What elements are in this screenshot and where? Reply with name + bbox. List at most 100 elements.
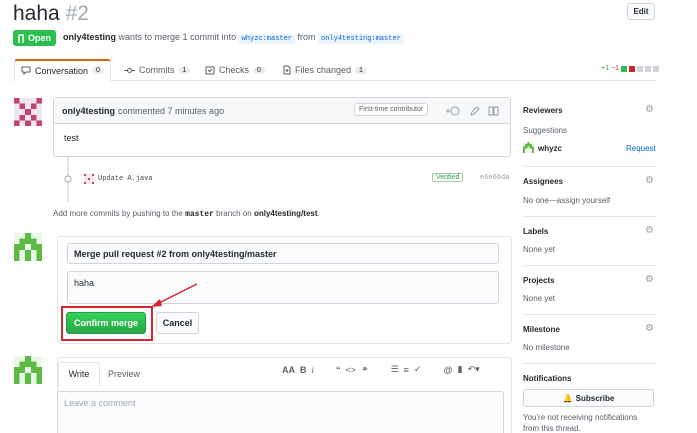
commit-sha[interactable]: e6e66da: [480, 174, 509, 182]
tab-commits-label: Commits: [139, 65, 175, 75]
reviewer-name[interactable]: whyzc: [538, 144, 562, 153]
annotation-arrow-icon: [151, 283, 198, 307]
avatar[interactable]: [14, 98, 42, 126]
bookmark-icon[interactable]: ▮: [458, 364, 463, 375]
merge-message-input[interactable]: haha: [67, 271, 499, 304]
diffstat-block-del: [628, 65, 635, 72]
first-time-contributor-badge: First-time contributor: [354, 103, 429, 116]
diffstat-block-neutral: [644, 65, 651, 72]
pr-title-text: haha: [13, 2, 60, 25]
code-icon[interactable]: <>: [346, 365, 357, 375]
tab-commits-count: 1: [178, 66, 191, 74]
avatar[interactable]: [14, 356, 42, 384]
merge-text: wants to merge 1 commit into: [118, 32, 237, 42]
gear-icon[interactable]: ⚙: [645, 274, 654, 285]
mention-icon[interactable]: @: [443, 365, 452, 375]
file-diff-icon: [283, 65, 291, 75]
merge-title-input[interactable]: Merge pull request #2 from only4testing/…: [67, 243, 499, 264]
diffstat: +1 −1: [601, 65, 659, 72]
pr-number: #2: [65, 2, 89, 25]
diffstat-block-neutral: [652, 65, 659, 72]
tab-preview[interactable]: Preview: [102, 362, 146, 386]
sidebar-divider: [523, 265, 656, 266]
comment-textarea[interactable]: Leave a comment: [57, 391, 504, 433]
pr-title: haha #2: [13, 2, 89, 26]
assignees-text[interactable]: No one—assign yourself: [523, 196, 610, 205]
tab-commits[interactable]: Commits 1: [124, 59, 191, 81]
add-reaction-icon[interactable]: [446, 106, 460, 116]
state-label: Open: [27, 33, 51, 43]
subscribe-label: Subscribe: [575, 393, 615, 403]
checklist-icon: [205, 66, 215, 74]
tab-files-changed-count: 1: [355, 66, 367, 74]
commit-row: Update A.java Verified e6e66da: [84, 172, 512, 186]
notifications-text: from this thread.: [523, 424, 581, 433]
push-hint-branch: master: [185, 210, 214, 219]
projects-title[interactable]: Projects: [523, 276, 555, 285]
avatar[interactable]: [14, 233, 42, 261]
labels-text: None yet: [523, 245, 556, 254]
sidebar-divider: [523, 166, 656, 167]
tab-files-changed[interactable]: Files changed 1: [283, 59, 367, 81]
task-list-icon[interactable]: ✓: [414, 364, 422, 375]
diffstat-additions: +1: [601, 65, 609, 72]
pull-request-icon: [18, 33, 24, 43]
italic-icon[interactable]: i: [312, 365, 315, 375]
reply-icon[interactable]: ↶▾: [468, 364, 480, 375]
bell-icon: 🔔: [562, 393, 573, 403]
gear-icon[interactable]: ⚙: [645, 323, 654, 334]
labels-title[interactable]: Labels: [523, 227, 548, 236]
tab-files-changed-label: Files changed: [295, 65, 352, 75]
notifications-title: Notifications: [523, 374, 572, 383]
gear-icon[interactable]: ⚙: [645, 175, 654, 186]
link-icon[interactable]: ⚭: [361, 364, 369, 375]
projects-text: None yet: [523, 294, 556, 303]
diffstat-deletions: −1: [610, 65, 619, 72]
diffstat-block-add: [620, 65, 627, 72]
tab-conversation-count: 0: [92, 67, 104, 74]
pr-meta: only4testing wants to merge 1 commit int…: [63, 32, 404, 44]
sidebar-divider: [523, 363, 656, 364]
commit-message[interactable]: Update A.java: [98, 175, 153, 183]
comment-meta[interactable]: commented 7 minutes ago: [118, 106, 224, 116]
subscribe-button[interactable]: 🔔 Subscribe: [523, 389, 654, 407]
push-hint-suffix: .: [317, 209, 320, 218]
book-icon[interactable]: [488, 106, 499, 116]
sidebar-divider: [523, 216, 656, 217]
comment-author[interactable]: only4testing: [62, 106, 115, 116]
cancel-button[interactable]: Cancel: [156, 312, 199, 334]
quote-icon[interactable]: “: [336, 365, 341, 375]
milestone-title[interactable]: Milestone: [523, 325, 560, 334]
avatar[interactable]: [523, 142, 534, 153]
gear-icon[interactable]: ⚙: [645, 225, 654, 236]
bold-icon[interactable]: B: [300, 365, 307, 375]
tab-checks[interactable]: Checks 0: [205, 59, 265, 81]
tab-write[interactable]: Write: [58, 362, 100, 386]
assignees-title[interactable]: Assignees: [523, 177, 563, 186]
tab-conversation[interactable]: Conversation 0: [14, 59, 111, 81]
pr-author-link[interactable]: only4testing: [63, 32, 116, 42]
push-hint-repo: only4testing/test: [253, 209, 318, 218]
ordered-list-icon[interactable]: ≡: [404, 365, 409, 375]
pencil-icon[interactable]: [470, 106, 480, 116]
push-hint-middle: branch on: [216, 209, 252, 218]
edit-button[interactable]: Edit: [627, 3, 655, 20]
base-branch[interactable]: whyzc:master: [238, 34, 296, 44]
reviewers-title[interactable]: Reviewers: [523, 106, 563, 115]
push-hint-prefix: Add more commits by pushing to the: [53, 209, 183, 218]
tab-checks-count: 0: [253, 66, 265, 74]
request-review-link[interactable]: Request: [626, 144, 656, 153]
confirm-merge-button[interactable]: Confirm merge: [66, 312, 146, 334]
unordered-list-icon[interactable]: ☰: [391, 364, 399, 375]
gear-icon[interactable]: ⚙: [645, 104, 654, 115]
notifications-text: You're not receiving notifications: [523, 413, 638, 422]
text-size-icon[interactable]: AA: [282, 365, 295, 375]
comment-body: test: [64, 133, 79, 143]
sidebar-divider: [523, 314, 656, 315]
avatar[interactable]: [84, 174, 94, 184]
diffstat-block-neutral: [636, 65, 643, 72]
from-text: from: [297, 32, 316, 42]
verified-badge[interactable]: Verified: [432, 173, 464, 182]
head-branch[interactable]: only4testing:master: [318, 34, 404, 44]
tab-conversation-label: Conversation: [35, 65, 89, 76]
